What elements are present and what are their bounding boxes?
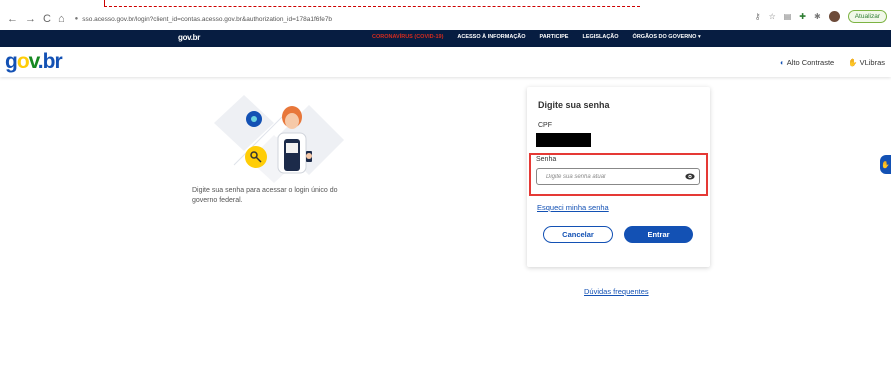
vlibras-side-widget[interactable]: ✋ xyxy=(880,155,891,174)
link-covid[interactable]: CORONAVÍRUS (COVID-19) xyxy=(372,34,443,40)
site-header: gov.br ◐ Alto Contraste ✋ VLibras xyxy=(0,47,891,77)
cpf-label: CPF xyxy=(538,122,552,129)
annotation-marker-line xyxy=(104,0,640,7)
forward-icon[interactable]: → xyxy=(25,13,36,25)
link-participe[interactable]: PARTICIPE xyxy=(540,34,569,40)
gov-top-bar: gov.br CORONAVÍRUS (COVID-19) ACESSO À I… xyxy=(0,30,891,47)
vlibras-icon: ✋ xyxy=(848,58,858,67)
contrast-label: Alto Contraste xyxy=(786,58,835,67)
browser-extensions: ⚷ ☆ ▤ ✚ ✱ Atualizar xyxy=(755,10,887,23)
star-icon[interactable]: ☆ xyxy=(769,12,776,21)
illustration-caption: Digite sua senha para acessar o login ún… xyxy=(192,187,338,204)
password-label: Senha xyxy=(536,156,557,163)
link-orgaos-governo[interactable]: ÓRGÃOS DO GOVERNO ▾ xyxy=(633,34,701,40)
reload-icon[interactable]: C xyxy=(43,13,51,25)
contrast-toggle[interactable]: ◐ Alto Contraste xyxy=(780,58,834,67)
plus-icon[interactable]: ✚ xyxy=(799,12,806,21)
back-icon[interactable]: ← xyxy=(7,13,18,25)
key-icon[interactable]: ⚷ xyxy=(755,12,761,21)
login-illustration xyxy=(214,95,344,183)
gov-bar-logo[interactable]: gov.br xyxy=(178,33,200,42)
home-icon[interactable]: ⌂ xyxy=(58,13,65,25)
vlibras-label: VLibras xyxy=(859,58,885,67)
govbr-logo[interactable]: gov.br xyxy=(5,50,63,74)
gov-bar-links: CORONAVÍRUS (COVID-19) ACESSO À INFORMAÇ… xyxy=(372,34,701,40)
logo-suffix-br: .br xyxy=(37,50,63,73)
password-input[interactable] xyxy=(536,168,700,185)
update-button[interactable]: Atualizar xyxy=(847,10,887,23)
puzzle-icon[interactable]: ✱ xyxy=(814,12,821,21)
vlibras-button[interactable]: ✋ VLibras xyxy=(848,58,885,67)
contrast-icon: ◐ xyxy=(780,58,785,67)
address-bar[interactable]: ● sso.acesso.gov.br/login?client_id=cont… xyxy=(75,16,332,23)
logo-letter-o: o xyxy=(16,50,30,73)
eye-icon[interactable] xyxy=(685,172,695,181)
extension-icon[interactable]: ▤ xyxy=(784,12,792,21)
lock-icon: ● xyxy=(74,16,79,22)
link-acesso-informacao[interactable]: ACESSO À INFORMAÇÃO xyxy=(457,34,525,40)
cpf-value-redacted xyxy=(536,133,591,147)
url-text[interactable]: sso.acesso.gov.br/login?client_id=contas… xyxy=(82,16,332,23)
cancel-button[interactable]: Cancelar xyxy=(543,226,613,243)
login-card: Digite sua senha CPF Senha Esqueci minha… xyxy=(527,87,710,267)
logo-letter-v: v xyxy=(28,50,39,73)
header-actions: ◐ Alto Contraste ✋ VLibras xyxy=(780,58,885,67)
browser-nav: ← → C ⌂ xyxy=(7,13,65,25)
logo-letter-g: g xyxy=(5,50,18,73)
avatar[interactable] xyxy=(828,11,840,22)
link-legislacao[interactable]: LEGISLAÇÃO xyxy=(582,34,618,40)
card-title: Digite sua senha xyxy=(538,100,610,110)
enter-button[interactable]: Entrar xyxy=(624,226,693,243)
faq-link[interactable]: Dúvidas frequentes xyxy=(584,287,649,296)
forgot-password-link[interactable]: Esqueci minha senha xyxy=(537,203,609,212)
browser-toolbar: ← → C ⌂ ● sso.acesso.gov.br/login?client… xyxy=(0,8,891,30)
hand-icon: ✋ xyxy=(881,161,890,169)
